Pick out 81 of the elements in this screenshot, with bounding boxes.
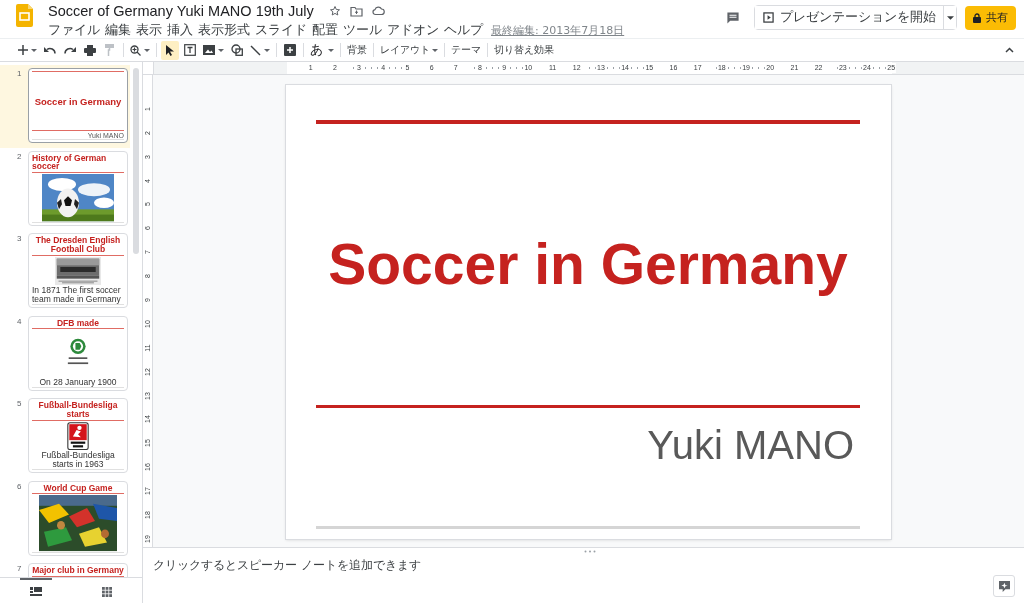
slide-thumbnail[interactable]: Major club in Germany — [28, 563, 128, 577]
thumbnail-caption: Fußball-Bundesliga starts in 1963 — [40, 451, 116, 469]
menu-item[interactable]: 挿入 — [167, 22, 193, 39]
slide-thumbnail-row[interactable]: 3 The Dresden English Football Club In 1871 The first soccer team made in Germany — [0, 230, 142, 313]
slide-thumbnail-row[interactable]: 4 DFB made On 28 January 1900 — [0, 312, 142, 395]
sparkle-comment-icon — [998, 580, 1010, 592]
slide-thumbnail[interactable]: History of German soccer — [28, 150, 128, 226]
menu-item[interactable]: 配置 — [312, 22, 338, 39]
select-tool-button[interactable] — [161, 40, 179, 60]
scrollbar[interactable] — [133, 68, 139, 254]
slide-number: 2 — [16, 150, 23, 163]
thumbnail-title: World Cup Game — [43, 483, 113, 493]
star-icon[interactable] — [328, 5, 341, 17]
present-dropdown-button[interactable] — [943, 6, 956, 29]
thumbnail-title: History of German soccer — [32, 153, 108, 172]
cloud-icon[interactable] — [371, 6, 385, 16]
slide-thumbnail-row[interactable]: 2 History of German soccer — [0, 147, 142, 230]
thumbnail-title: DFB made — [56, 318, 99, 328]
collapse-caret-icon[interactable] — [1005, 47, 1014, 53]
cursor-icon — [166, 44, 174, 56]
slide-thumbnail[interactable]: DFB made On 28 January 1900 — [28, 315, 128, 391]
shapes-icon — [231, 44, 243, 56]
slide-title[interactable]: Soccer in Germany — [328, 231, 848, 297]
toolbar-text-button[interactable]: 背景 — [345, 40, 369, 60]
caret-icon — [946, 15, 954, 20]
play-icon — [763, 12, 774, 23]
menu-item[interactable]: ツール — [343, 22, 382, 39]
caret-icon — [218, 48, 224, 52]
comment-icon[interactable] — [726, 10, 740, 25]
thumbnail-caption: On 28 January 1900 — [39, 377, 117, 387]
thumbnail-title: Soccer in Germany — [34, 94, 122, 109]
paint-roller-icon — [105, 44, 115, 56]
thumbnail-title: Fußball-Bundesliga starts — [37, 401, 119, 419]
slide-thumbnail[interactable]: The Dresden English Football Club In 1871 The first soccer team made in Germany — [28, 233, 128, 308]
slide-thumbnail[interactable]: Fußball-Bundesliga starts Fußball-Bundesliga starts in 1963 — [28, 398, 128, 473]
slide-thumbnail-row[interactable]: 5 Fußball-Bundesliga starts Fußball-Bundesliga starts in 1963 — [0, 395, 142, 478]
slide-thumbnail-row[interactable]: 7 Major club in Germany — [0, 560, 142, 577]
undo-icon — [44, 46, 56, 54]
caret-icon — [328, 48, 334, 52]
zoom-icon — [130, 44, 141, 56]
caret-icon — [31, 48, 37, 52]
thumbnail-title: Major club in Germany — [32, 566, 124, 575]
thumbnail-caption: In 1871 The first soccer team made in Germany — [32, 286, 122, 304]
add-comment-icon — [284, 44, 296, 56]
slide-number: 4 — [16, 315, 23, 328]
share-button[interactable]: 共有 — [965, 5, 1016, 30]
explore-button[interactable] — [993, 575, 1015, 597]
slide-number: 6 — [16, 480, 23, 493]
menu-item[interactable]: アドオン — [387, 22, 439, 39]
grid-icon — [101, 586, 112, 597]
slide-number: 5 — [16, 398, 23, 410]
slide-canvas[interactable]: Soccer in Germany Yuki MANO — [286, 85, 891, 539]
redo-icon — [64, 46, 76, 54]
menu-item[interactable]: ヘルプ — [444, 22, 483, 39]
toolbar-text-button[interactable]: 切り替え効果 — [492, 40, 556, 60]
last-edit-link[interactable]: 最終編集: 2013年7月18日 — [491, 23, 625, 38]
caret-icon — [264, 48, 270, 52]
slide-thumbnail[interactable]: World Cup Game — [28, 480, 128, 556]
slide-thumbnail-row[interactable]: 6 World Cup Game — [0, 477, 142, 560]
thumbnail-title: The Dresden English Football Club — [34, 236, 122, 254]
line-icon — [250, 44, 261, 56]
plus-icon — [18, 45, 28, 55]
caret-icon — [144, 48, 150, 52]
image-icon — [203, 45, 215, 55]
input-tools-button[interactable]: あ — [308, 40, 336, 60]
list-view-icon — [29, 587, 42, 596]
slide-number: 3 — [16, 233, 23, 245]
toolbar-text-button[interactable]: テーマ — [449, 40, 483, 60]
slide-subtitle[interactable]: Yuki MANO — [647, 423, 854, 468]
lock-icon — [973, 12, 981, 23]
slide-number: 1 — [16, 68, 23, 80]
slide-number: 7 — [16, 563, 23, 575]
document-title[interactable]: Soccer of Germany Yuki MANO 19th July — [48, 3, 314, 19]
toolbar-text-button[interactable]: レイアウト — [378, 40, 440, 60]
menu-item[interactable]: 表示形式 — [198, 22, 250, 39]
menu-item[interactable]: スライド — [255, 22, 307, 39]
menu-item[interactable]: 表示 — [136, 22, 162, 39]
text-box-icon — [184, 44, 196, 56]
folder-icon[interactable] — [349, 5, 363, 17]
menu-item[interactable]: 編集 — [105, 22, 131, 39]
menu-item[interactable]: ファイル — [48, 22, 100, 39]
